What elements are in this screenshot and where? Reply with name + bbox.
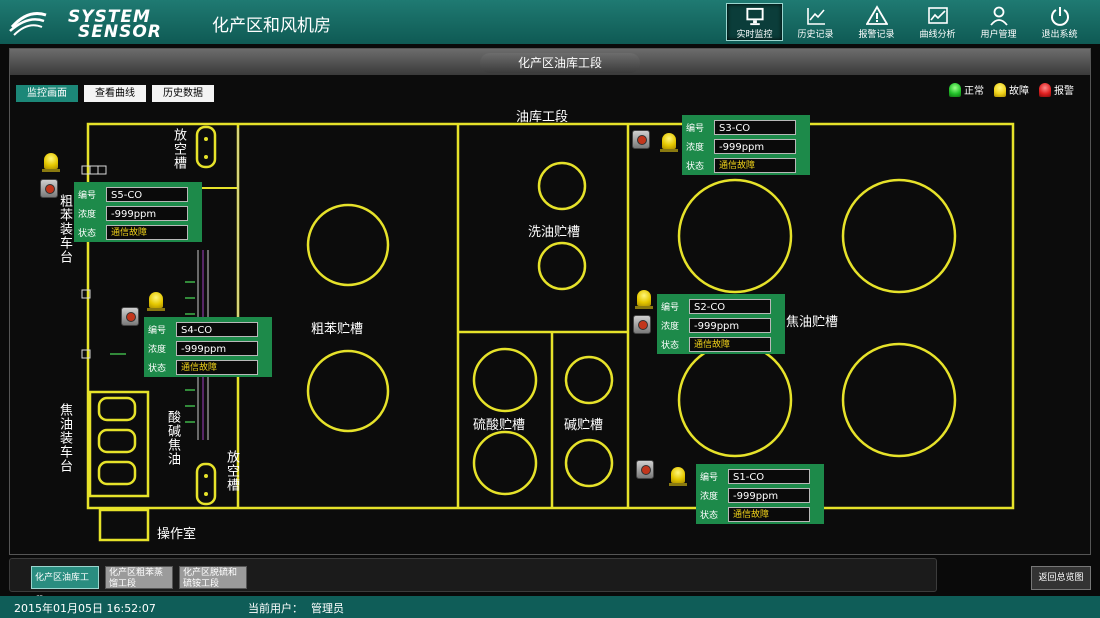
- gas-detector-icon[interactable]: [636, 460, 654, 479]
- gas-detector-icon[interactable]: [121, 307, 139, 326]
- field-label-concentration: 浓度: [148, 344, 167, 355]
- field-label-status: 状态: [148, 363, 167, 374]
- wash-oil-tank-1: [537, 161, 587, 211]
- map-title: 油库工段: [516, 110, 569, 125]
- tar-tank-1: [677, 178, 793, 294]
- sensor-panel-s3[interactable]: 编号 S3-CO 浓度 -999ppm 状态 通信故障: [682, 115, 810, 175]
- field-label-status: 状态: [661, 340, 680, 351]
- tar-tank-4: [841, 342, 957, 458]
- sensor-panel-s2[interactable]: 编号 S2-CO 浓度 -999ppm 状态 通信故障: [657, 294, 785, 354]
- field-label-concentration: 浓度: [78, 209, 97, 220]
- current-user-label: 当前用户：: [248, 602, 303, 615]
- fault-lamp-icon: [669, 467, 687, 486]
- vent-tank-top-shape: [195, 125, 217, 169]
- gas-detector-icon[interactable]: [633, 315, 651, 334]
- sulfuric-tank-1: [472, 347, 538, 413]
- sulfuric-tank-2: [472, 430, 538, 496]
- current-user: 管理员: [311, 602, 344, 615]
- sensor-concentration: -999ppm: [714, 138, 796, 154]
- back-to-overview-button[interactable]: 返回总览图: [1031, 566, 1091, 590]
- sensor-status: 通信故障: [689, 336, 771, 352]
- current-datetime: 2015年01月05日 16:52:07: [14, 602, 156, 615]
- field-label-status: 状态: [700, 510, 719, 521]
- sensor-concentration: -999ppm: [106, 205, 188, 221]
- field-label-id: 编号: [78, 190, 97, 201]
- label-crude-benzene-loading: 粗苯装车台: [57, 194, 72, 264]
- sensor-id: S4-CO: [176, 321, 258, 337]
- sensor-status: 通信故障: [728, 506, 810, 522]
- section-tab-desulfurization[interactable]: 化产区脱硫和硫铵工段: [179, 566, 247, 589]
- sensor-id: S3-CO: [714, 119, 796, 135]
- field-label-concentration: 浓度: [700, 491, 719, 502]
- label-wash-oil-tank: 洗油贮槽: [528, 225, 581, 240]
- label-alkali-tank: 碱贮槽: [564, 418, 604, 433]
- section-tab-crude-benzene[interactable]: 化产区粗苯蒸馏工段: [105, 566, 173, 589]
- crude-benzene-tank-2: [306, 349, 390, 433]
- vent-tank-bottom-shape: [195, 462, 217, 506]
- field-label-status: 状态: [686, 161, 705, 172]
- wash-oil-tank-2: [537, 241, 587, 291]
- field-label-id: 编号: [686, 123, 705, 134]
- label-crude-benzene-tank: 粗苯贮槽: [311, 322, 364, 337]
- tar-tank-2: [841, 178, 957, 294]
- section-tab-oil-depot[interactable]: 化产区油库工段: [31, 566, 99, 606]
- sensor-id: S1-CO: [728, 468, 810, 484]
- label-acid-alkali-tar: 酸碱焦油: [165, 410, 180, 466]
- tar-tank-3: [677, 342, 793, 458]
- crude-benzene-tank-1: [306, 203, 390, 287]
- sensor-id: S2-CO: [689, 298, 771, 314]
- sensor-status: 通信故障: [106, 224, 188, 240]
- gas-detector-icon[interactable]: [632, 130, 650, 149]
- sensor-status: 通信故障: [176, 359, 258, 375]
- sensor-concentration: -999ppm: [728, 487, 810, 503]
- sensor-status: 通信故障: [714, 157, 796, 173]
- fault-lamp-icon: [147, 292, 165, 311]
- label-control-room: 操作室: [157, 527, 197, 542]
- field-label-id: 编号: [700, 472, 719, 483]
- field-label-id: 编号: [148, 325, 167, 336]
- alkali-tank-2: [564, 438, 614, 488]
- sensor-concentration: -999ppm: [689, 317, 771, 333]
- section-tab-bar: 化产区油库工段 化产区粗苯蒸馏工段 化产区脱硫和硫铵工段: [9, 558, 937, 606]
- field-label-status: 状态: [78, 228, 97, 239]
- sensor-id: S5-CO: [106, 186, 188, 202]
- field-label-id: 编号: [661, 302, 680, 313]
- sensor-panel-s1[interactable]: 编号 S1-CO 浓度 -999ppm 状态 通信故障: [696, 464, 824, 524]
- label-vent-tank-top: 放空槽: [171, 128, 186, 170]
- field-label-concentration: 浓度: [686, 142, 705, 153]
- label-sulfuric-tank: 硫酸贮槽: [473, 418, 526, 433]
- sensor-panel-s5[interactable]: 编号 S5-CO 浓度 -999ppm 状态 通信故障: [74, 182, 202, 242]
- sensor-concentration: -999ppm: [176, 340, 258, 356]
- alkali-tank-1: [564, 355, 614, 405]
- sensor-panel-s4[interactable]: 编号 S4-CO 浓度 -999ppm 状态 通信故障: [144, 317, 272, 377]
- field-label-concentration: 浓度: [661, 321, 680, 332]
- status-bar: 2015年01月05日 16:52:07 当前用户： 管理员: [0, 596, 1100, 618]
- fault-lamp-icon: [635, 290, 653, 309]
- label-vent-tank-bottom: 放空槽: [224, 450, 239, 492]
- fault-lamp-icon: [660, 133, 678, 152]
- gas-detector-icon[interactable]: [40, 179, 58, 198]
- fault-lamp-icon: [42, 153, 60, 172]
- label-tar-tank: 焦油贮槽: [786, 315, 839, 330]
- label-tar-loading: 焦油装车台: [57, 403, 72, 473]
